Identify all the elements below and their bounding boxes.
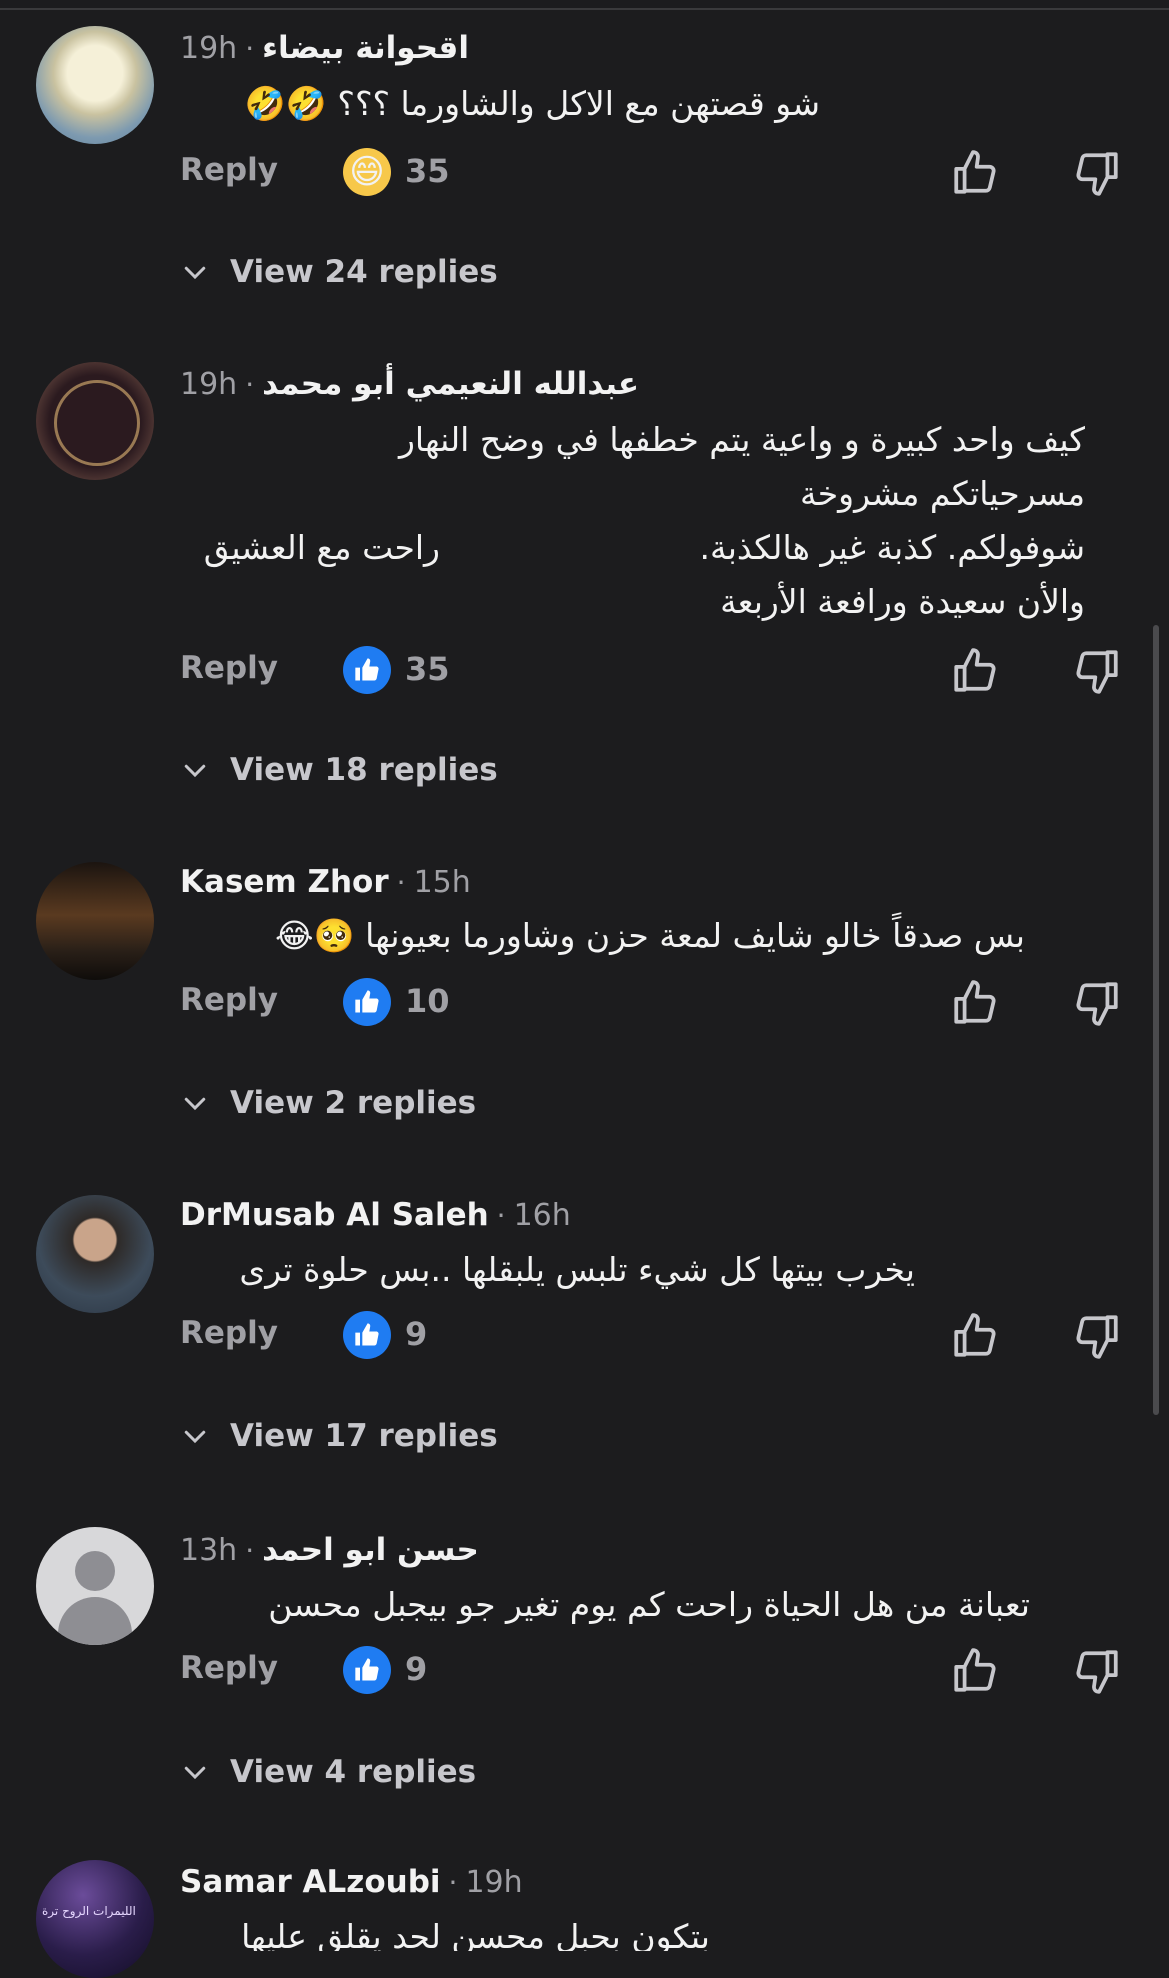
reply-button[interactable]: Reply	[180, 152, 278, 188]
comment-header: Kasem Zhor · 15h	[180, 862, 471, 902]
reaction-count[interactable]: 9	[405, 1650, 427, 1688]
comment-time: 16h	[513, 1197, 571, 1233]
thumbs-up-icon[interactable]	[950, 978, 1000, 1032]
thumbs-up-icon[interactable]	[950, 148, 1000, 202]
comment-text: شو قصتهن مع الاكل والشاورما ؟؟؟ 🤣🤣	[244, 84, 820, 123]
like-reaction-icon	[343, 978, 391, 1026]
thumbs-down-icon[interactable]	[1072, 1646, 1122, 1700]
comment-time: 13h	[180, 1532, 238, 1568]
comment-text-line: راحت مع العشيق	[203, 528, 440, 567]
comment-text: بتكون بحبل محسن لحد يقلق عليها	[241, 1917, 710, 1951]
haha-reaction-icon: 😄	[343, 148, 391, 196]
view-replies-button[interactable]: View 2 replies	[180, 1081, 476, 1125]
chevron-down-icon	[184, 1430, 206, 1444]
comment-actions: Reply 9	[0, 1640, 1169, 1700]
avatar-text: الليمرات الروح ترة	[42, 1904, 136, 1918]
comment-author[interactable]: حسن ابو احمد	[262, 1532, 479, 1568]
avatar[interactable]	[36, 362, 154, 480]
like-reaction-icon	[343, 1311, 391, 1359]
view-replies-button[interactable]: View 24 replies	[180, 250, 498, 294]
comment-text-line: والأن سعيدة ورافعة الأربعة	[720, 582, 1085, 621]
comment-author[interactable]: عبدالله النعيمي أبو محمد	[262, 366, 639, 402]
comment-text: بس صدقاً خالو شايف لمعة حزن وشاورما بعيو…	[275, 916, 1025, 955]
thumbs-up-icon[interactable]	[950, 1311, 1000, 1365]
comment-actions: Reply 😄 35	[0, 142, 1169, 202]
reply-button[interactable]: Reply	[180, 982, 278, 1018]
avatar[interactable]	[36, 26, 154, 144]
comment-actions: Reply 35	[0, 640, 1169, 700]
comment-text-line: كيف واحد كبيرة و واعية يتم خطفها في وضح …	[398, 420, 1085, 459]
comment-time: 19h	[180, 30, 238, 66]
view-replies-button[interactable]: View 17 replies	[180, 1414, 498, 1458]
comment-header: Samar ALzoubi · 19h	[180, 1862, 523, 1902]
thumbs-up-icon[interactable]	[950, 1646, 1000, 1700]
separator-dot: ·	[245, 1533, 255, 1567]
comment-time: 19h	[465, 1864, 523, 1900]
chevron-down-icon	[184, 764, 206, 778]
reaction-count[interactable]: 10	[405, 982, 450, 1020]
comment-header: 19h · اقحوانة بيضاء	[180, 28, 469, 68]
comment-author[interactable]: Kasem Zhor	[180, 864, 389, 900]
comment-time: 19h	[180, 366, 238, 402]
top-divider	[0, 8, 1169, 10]
comment-header: DrMusab Al Saleh · 16h	[180, 1195, 571, 1235]
comment-actions: Reply 9	[0, 1305, 1169, 1365]
comment-author[interactable]: DrMusab Al Saleh	[180, 1197, 489, 1233]
reply-button[interactable]: Reply	[180, 1315, 278, 1351]
separator-dot: ·	[448, 1865, 458, 1899]
like-reaction-icon	[343, 1646, 391, 1694]
comment-text: تعبانة من هل الحياة راحت كم يوم تغير جو …	[268, 1585, 1030, 1624]
thumbs-down-icon[interactable]	[1072, 148, 1122, 202]
avatar[interactable]	[36, 1527, 154, 1645]
view-replies-button[interactable]: View 18 replies	[180, 748, 498, 792]
chevron-down-icon	[184, 1097, 206, 1111]
comment-author[interactable]: Samar ALzoubi	[180, 1864, 441, 1900]
like-reaction-icon	[343, 646, 391, 694]
thumbs-down-icon[interactable]	[1072, 646, 1122, 700]
separator-dot: ·	[245, 31, 255, 65]
reply-button[interactable]: Reply	[180, 1650, 278, 1686]
thumbs-up-icon[interactable]	[950, 646, 1000, 700]
comment-actions: Reply 10	[0, 972, 1169, 1032]
separator-dot: ·	[245, 367, 255, 401]
separator-dot: ·	[396, 865, 406, 899]
reaction-count[interactable]: 35	[405, 650, 450, 688]
reply-button[interactable]: Reply	[180, 650, 278, 686]
comment-header: 13h · حسن ابو احمد	[180, 1530, 479, 1570]
avatar[interactable]	[36, 862, 154, 980]
comment-author[interactable]: اقحوانة بيضاء	[262, 30, 469, 66]
avatar[interactable]	[36, 1195, 154, 1313]
comment-header: 19h · عبدالله النعيمي أبو محمد	[180, 364, 639, 404]
separator-dot: ·	[496, 1198, 506, 1232]
avatar[interactable]: الليمرات الروح ترة	[36, 1860, 154, 1978]
thumbs-down-icon[interactable]	[1072, 978, 1122, 1032]
chevron-down-icon	[184, 266, 206, 280]
thumbs-down-icon[interactable]	[1072, 1311, 1122, 1365]
view-replies-button[interactable]: View 4 replies	[180, 1750, 476, 1794]
chevron-down-icon	[184, 1766, 206, 1780]
scrollbar[interactable]	[1153, 625, 1159, 1415]
comment-text: يخرب بيتها كل شيء تلبس يلبقلها ..بس حلوة…	[239, 1250, 915, 1289]
comment-time: 15h	[413, 864, 471, 900]
comment-text-line: مسرحياتكم مشروخة	[800, 474, 1085, 513]
reaction-count[interactable]: 35	[405, 152, 450, 190]
reaction-count[interactable]: 9	[405, 1315, 427, 1353]
